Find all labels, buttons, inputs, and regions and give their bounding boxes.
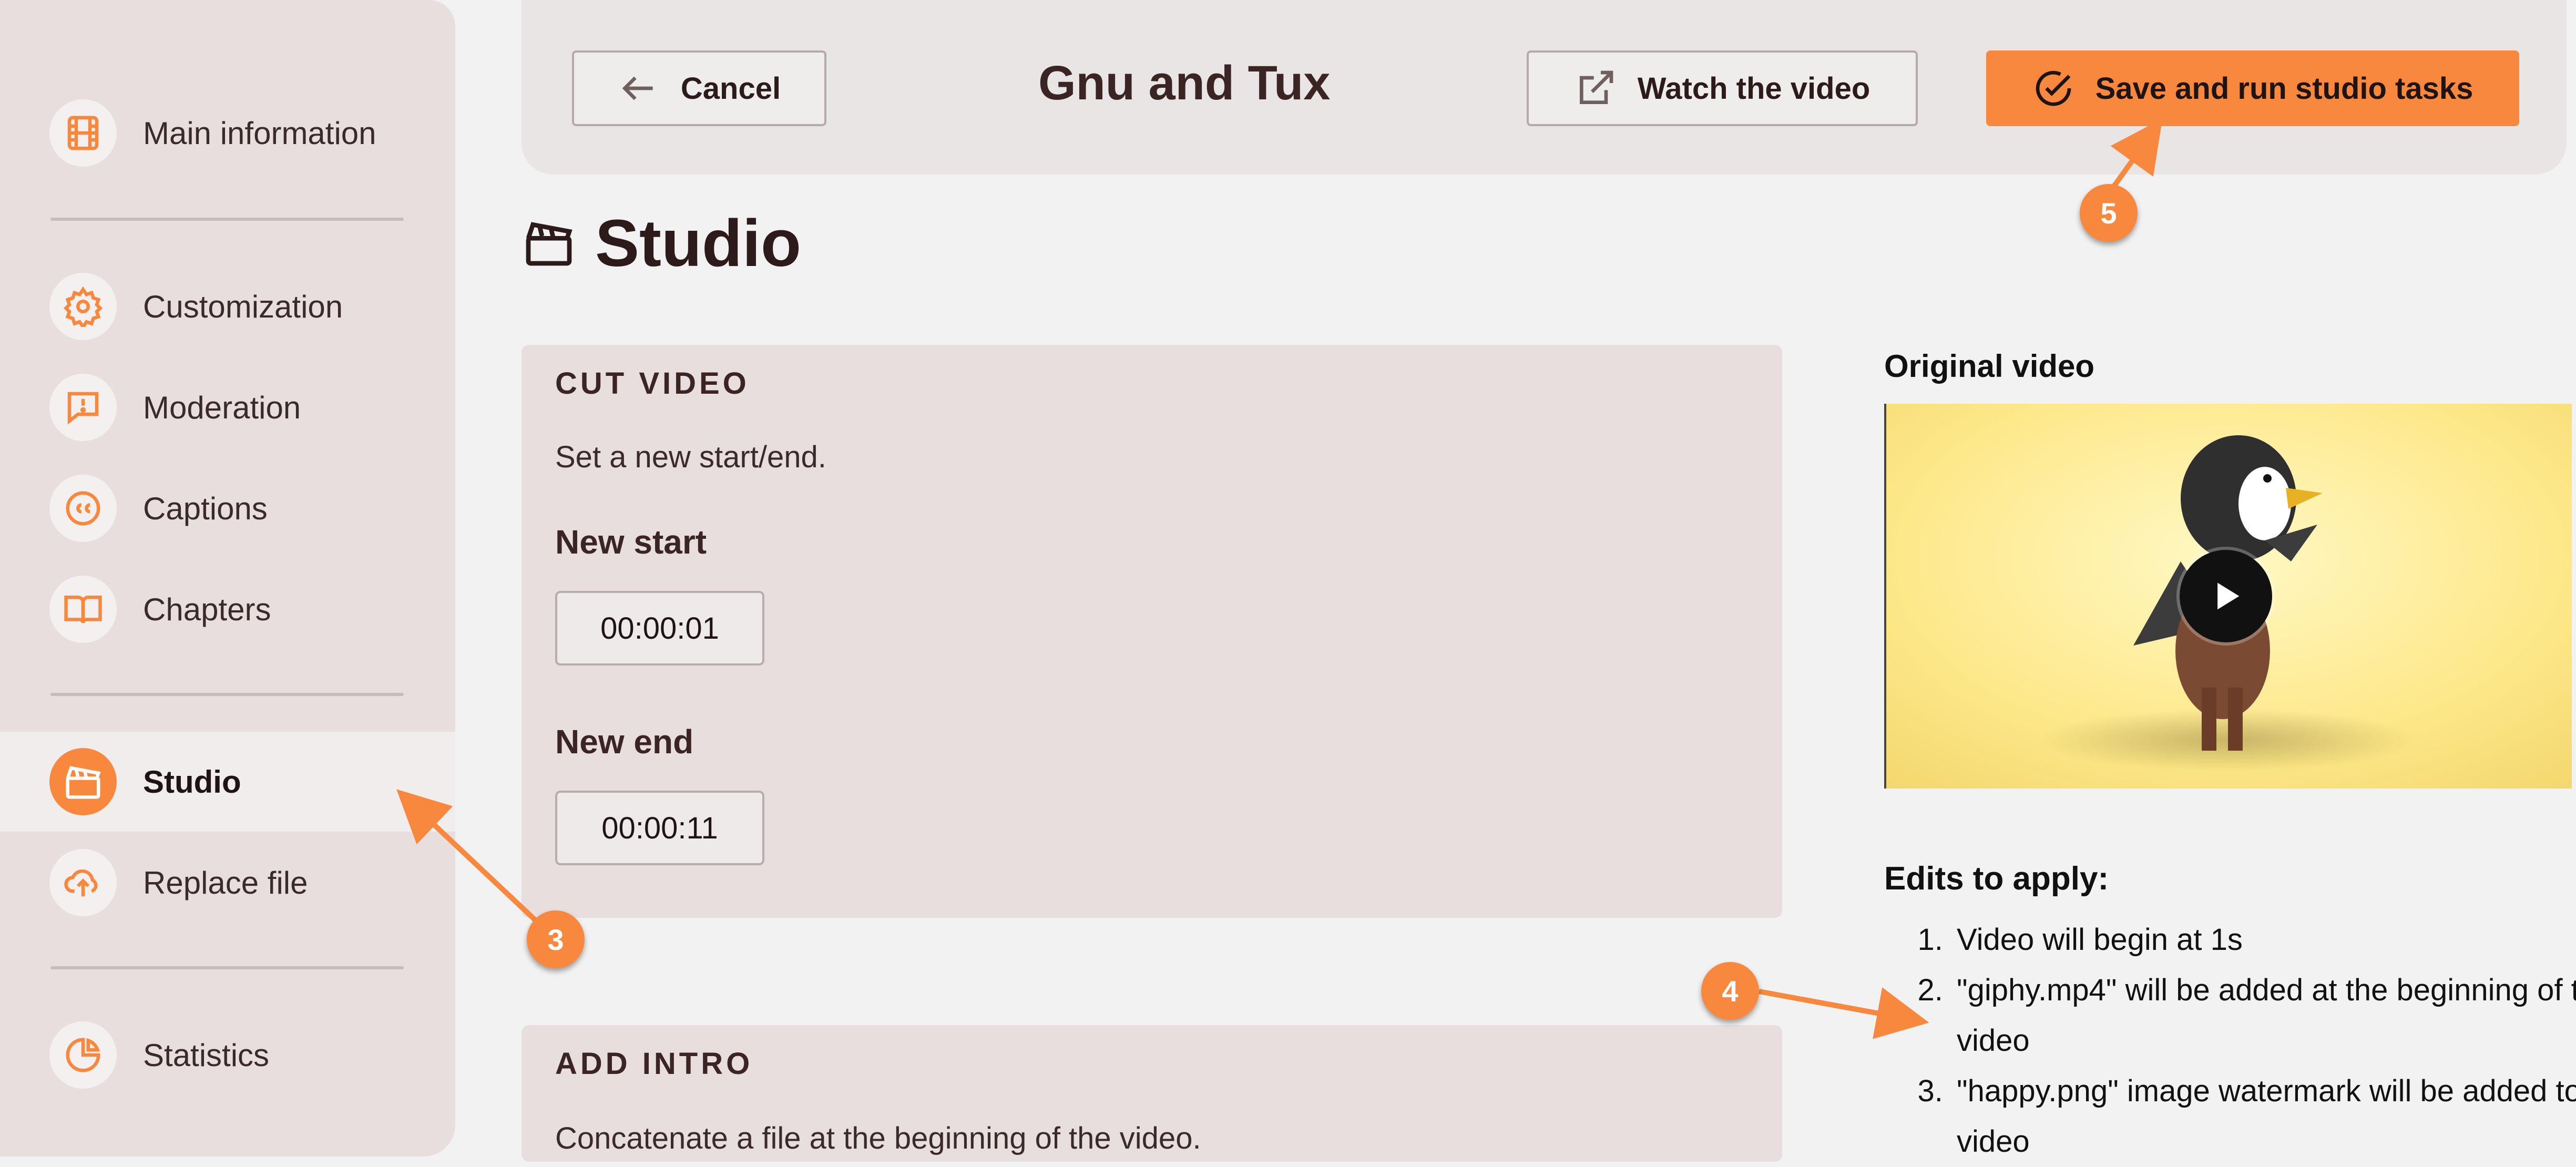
annotation-badge-5: 5: [2080, 184, 2138, 242]
edit-item: "happy.png" image watermark will be adde…: [1951, 1066, 2576, 1167]
cancel-button[interactable]: Cancel: [572, 50, 826, 126]
sidebar-item-label: Moderation: [143, 390, 301, 425]
sidebar-item-label: Chapters: [143, 591, 271, 627]
cut-video-heading: CUT VIDEO: [555, 366, 750, 401]
sidebar-item-main-information[interactable]: Main information: [0, 83, 455, 183]
add-intro-panel: ADD INTRO Concatenate a file at the begi…: [522, 1025, 1782, 1162]
book-icon: [49, 576, 117, 643]
original-video-label: Original video: [1884, 349, 2095, 384]
clapperboard-icon: [526, 222, 573, 266]
arrow-left-icon: [622, 76, 653, 100]
sidebar-item-label: Replace file: [143, 865, 308, 900]
new-start-label: New start: [555, 523, 707, 561]
clapperboard-icon: [49, 748, 117, 815]
page-title: Studio: [522, 206, 801, 280]
cut-video-panel: CUT VIDEO Set a new start/end. New start…: [522, 345, 1782, 918]
edits-title: Edits to apply:: [1884, 861, 2109, 897]
new-end-label: New end: [555, 723, 694, 761]
annotation-badge-4: 4: [1701, 962, 1759, 1020]
cut-video-description: Set a new start/end.: [555, 440, 826, 474]
sidebar-item-label: Studio: [143, 764, 241, 800]
sidebar-item-studio[interactable]: Studio: [0, 732, 455, 832]
sidebar-item-customization[interactable]: Customization: [0, 257, 455, 356]
closed-captions-icon: [49, 475, 117, 542]
sidebar-divider: [50, 218, 404, 221]
page-title-text: Studio: [595, 206, 801, 280]
edit-item: "giphy.mp4" will be added at the beginni…: [1951, 965, 2576, 1066]
play-icon: [2217, 582, 2240, 610]
edit-item: Video will begin at 1s: [1951, 915, 2576, 965]
play-button[interactable]: [2180, 550, 2272, 642]
watch-video-label: Watch the video: [1637, 71, 1870, 106]
sidebar-item-label: Statistics: [143, 1037, 270, 1073]
sidebar-item-replace-file[interactable]: Replace file: [0, 833, 455, 933]
sidebar-item-label: Main information: [143, 115, 376, 151]
watch-video-button[interactable]: Watch the video: [1527, 50, 1918, 126]
film-icon: [49, 99, 117, 167]
annotation-badge-3: 3: [527, 910, 585, 968]
cancel-label: Cancel: [680, 71, 781, 106]
save-and-run-button[interactable]: Save and run studio tasks: [1986, 50, 2519, 126]
sidebar-item-statistics[interactable]: Statistics: [0, 1005, 455, 1105]
new-end-input[interactable]: 00:00:11: [555, 791, 764, 865]
video-title: Gnu and Tux: [1038, 56, 1331, 110]
add-intro-description: Concatenate a file at the beginning of t…: [555, 1121, 1201, 1155]
sidebar-item-label: Captions: [143, 490, 268, 526]
cloud-upload-icon: [49, 849, 117, 916]
comment-alert-icon: [49, 374, 117, 441]
sidebar-divider: [50, 693, 404, 696]
gear-icon: [49, 273, 117, 340]
new-start-input[interactable]: 00:00:01: [555, 591, 764, 666]
add-intro-heading: ADD INTRO: [555, 1047, 753, 1081]
pie-chart-icon: [49, 1021, 117, 1089]
sidebar-item-chapters[interactable]: Chapters: [0, 559, 455, 659]
save-and-run-label: Save and run studio tasks: [2095, 71, 2473, 106]
sidebar-item-label: Customization: [143, 289, 343, 324]
sidebar: Main information Customization Moderatio…: [0, 0, 455, 1156]
sidebar-item-moderation[interactable]: Moderation: [0, 357, 455, 457]
sidebar-divider: [50, 966, 404, 969]
edits-list: Video will begin at 1s "giphy.mp4" will …: [1884, 915, 2576, 1167]
sidebar-item-captions[interactable]: Captions: [0, 458, 455, 558]
external-link-icon: [1579, 70, 1613, 104]
check-circle-icon: [2036, 70, 2071, 106]
